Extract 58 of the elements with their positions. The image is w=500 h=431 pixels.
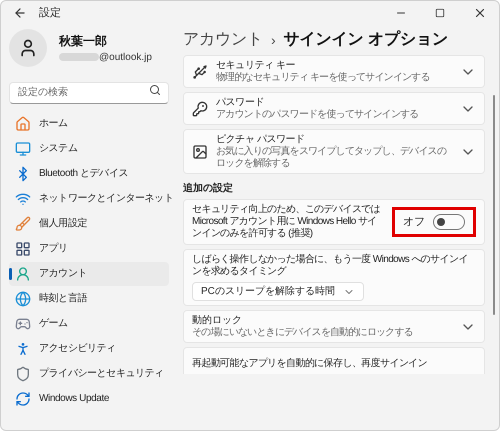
sidebar-item[interactable]: アプリ (9, 236, 169, 260)
sidebar-item[interactable]: アクセシビリティ (9, 336, 169, 360)
window-title: 設定 (39, 6, 61, 21)
toggle-control[interactable]: オフ (392, 206, 476, 238)
sign-in-option-card[interactable]: ピクチャ パスワード お気に入りの写真をスワイプしてタップし、デバイスのロックを解除する (183, 129, 485, 174)
option-description: アカウントのパスワードを使ってサインインする (216, 109, 420, 121)
setting-text: セキュリティ向上のため、このデバイスでは Microsoft アカウント用に Windows Hello サインインのみを許可する (推奨) (192, 204, 382, 240)
globe-icon (15, 290, 31, 306)
shield-icon (15, 366, 31, 382)
sidebar-item[interactable]: 時刻と言語 (9, 286, 169, 310)
apps-grid-icon (15, 240, 31, 256)
option-title: パスワード (216, 96, 266, 109)
key-icon (192, 100, 208, 116)
toggle-state-label: オフ (403, 214, 425, 230)
sidebar-item[interactable]: アカウント (9, 262, 169, 286)
brush-icon (15, 216, 31, 232)
gamepad-icon (15, 316, 31, 332)
option-description: 物理的なセキュリティ キーを使ってサインインする (216, 72, 431, 84)
breadcrumb-separator: › (271, 31, 276, 50)
sign-in-option-card[interactable]: セキュリティ キー 物理的なセキュリティ キーを使ってサインインする (183, 55, 485, 88)
account-name: 秋葉一郎 (59, 32, 108, 50)
picture-icon (192, 144, 208, 160)
option-title: セキュリティ キー (216, 59, 296, 72)
sidebar-item[interactable]: Bluetooth とデバイス (9, 162, 169, 186)
close-icon[interactable] (473, 6, 487, 20)
home-icon (15, 116, 31, 132)
scrollbar-thumb[interactable] (493, 95, 495, 315)
breadcrumb-parent[interactable]: アカウント (183, 30, 263, 50)
option-description: お気に入りの写真をスワイプしてタップし、デバイスのロックを解除する (216, 146, 448, 170)
toggle-switch[interactable] (433, 214, 465, 230)
setting-title: 動的ロック (192, 314, 243, 327)
search-field[interactable]: 設定の検索 (9, 82, 169, 104)
update-icon (15, 390, 31, 406)
sidebar-item[interactable]: Windows Update (9, 386, 169, 410)
section-heading: 追加の設定 (183, 182, 234, 195)
timeout-dropdown[interactable]: PCのスリープを解除する時間 (192, 282, 364, 301)
wifi-icon (15, 190, 31, 206)
sidebar-item[interactable]: 個人用設定 (9, 212, 169, 236)
blurred-region (59, 53, 99, 61)
sign-in-option-card[interactable]: パスワード アカウントのパスワードを使ってサインインする (183, 92, 485, 125)
sidebar-item[interactable]: ゲーム (9, 312, 169, 336)
back-icon[interactable] (13, 6, 27, 20)
maximize-icon[interactable] (435, 8, 445, 18)
search-icon (149, 84, 161, 96)
sidebar-item[interactable]: プライバシーとセキュリティ (9, 362, 169, 386)
setting-description: その場にいないときにデバイスを自動的にロックする (192, 327, 414, 339)
setting-text: しばらく操作しなかった場合に、もう一度 Windows へのサインインを求めるタイミング (192, 254, 469, 278)
sidebar-item[interactable]: ネットワークとインターネット (9, 186, 169, 210)
account-email: @outlook.jp (99, 50, 152, 64)
sidebar-item[interactable]: システム (9, 136, 169, 160)
setting-card[interactable]: 動的ロック その場にいないときにデバイスを自動的にロックする (183, 310, 485, 343)
security-key-icon (192, 64, 208, 80)
sidebar-item[interactable]: ホーム (9, 112, 169, 136)
monitor-icon (15, 140, 31, 156)
setting-text: 再起動可能なアプリを自動的に保存し、再度サインイン (192, 358, 428, 369)
person-icon (15, 266, 31, 282)
option-title: ピクチャ パスワード (216, 133, 306, 146)
page-title: サインイン オプション (284, 30, 448, 50)
